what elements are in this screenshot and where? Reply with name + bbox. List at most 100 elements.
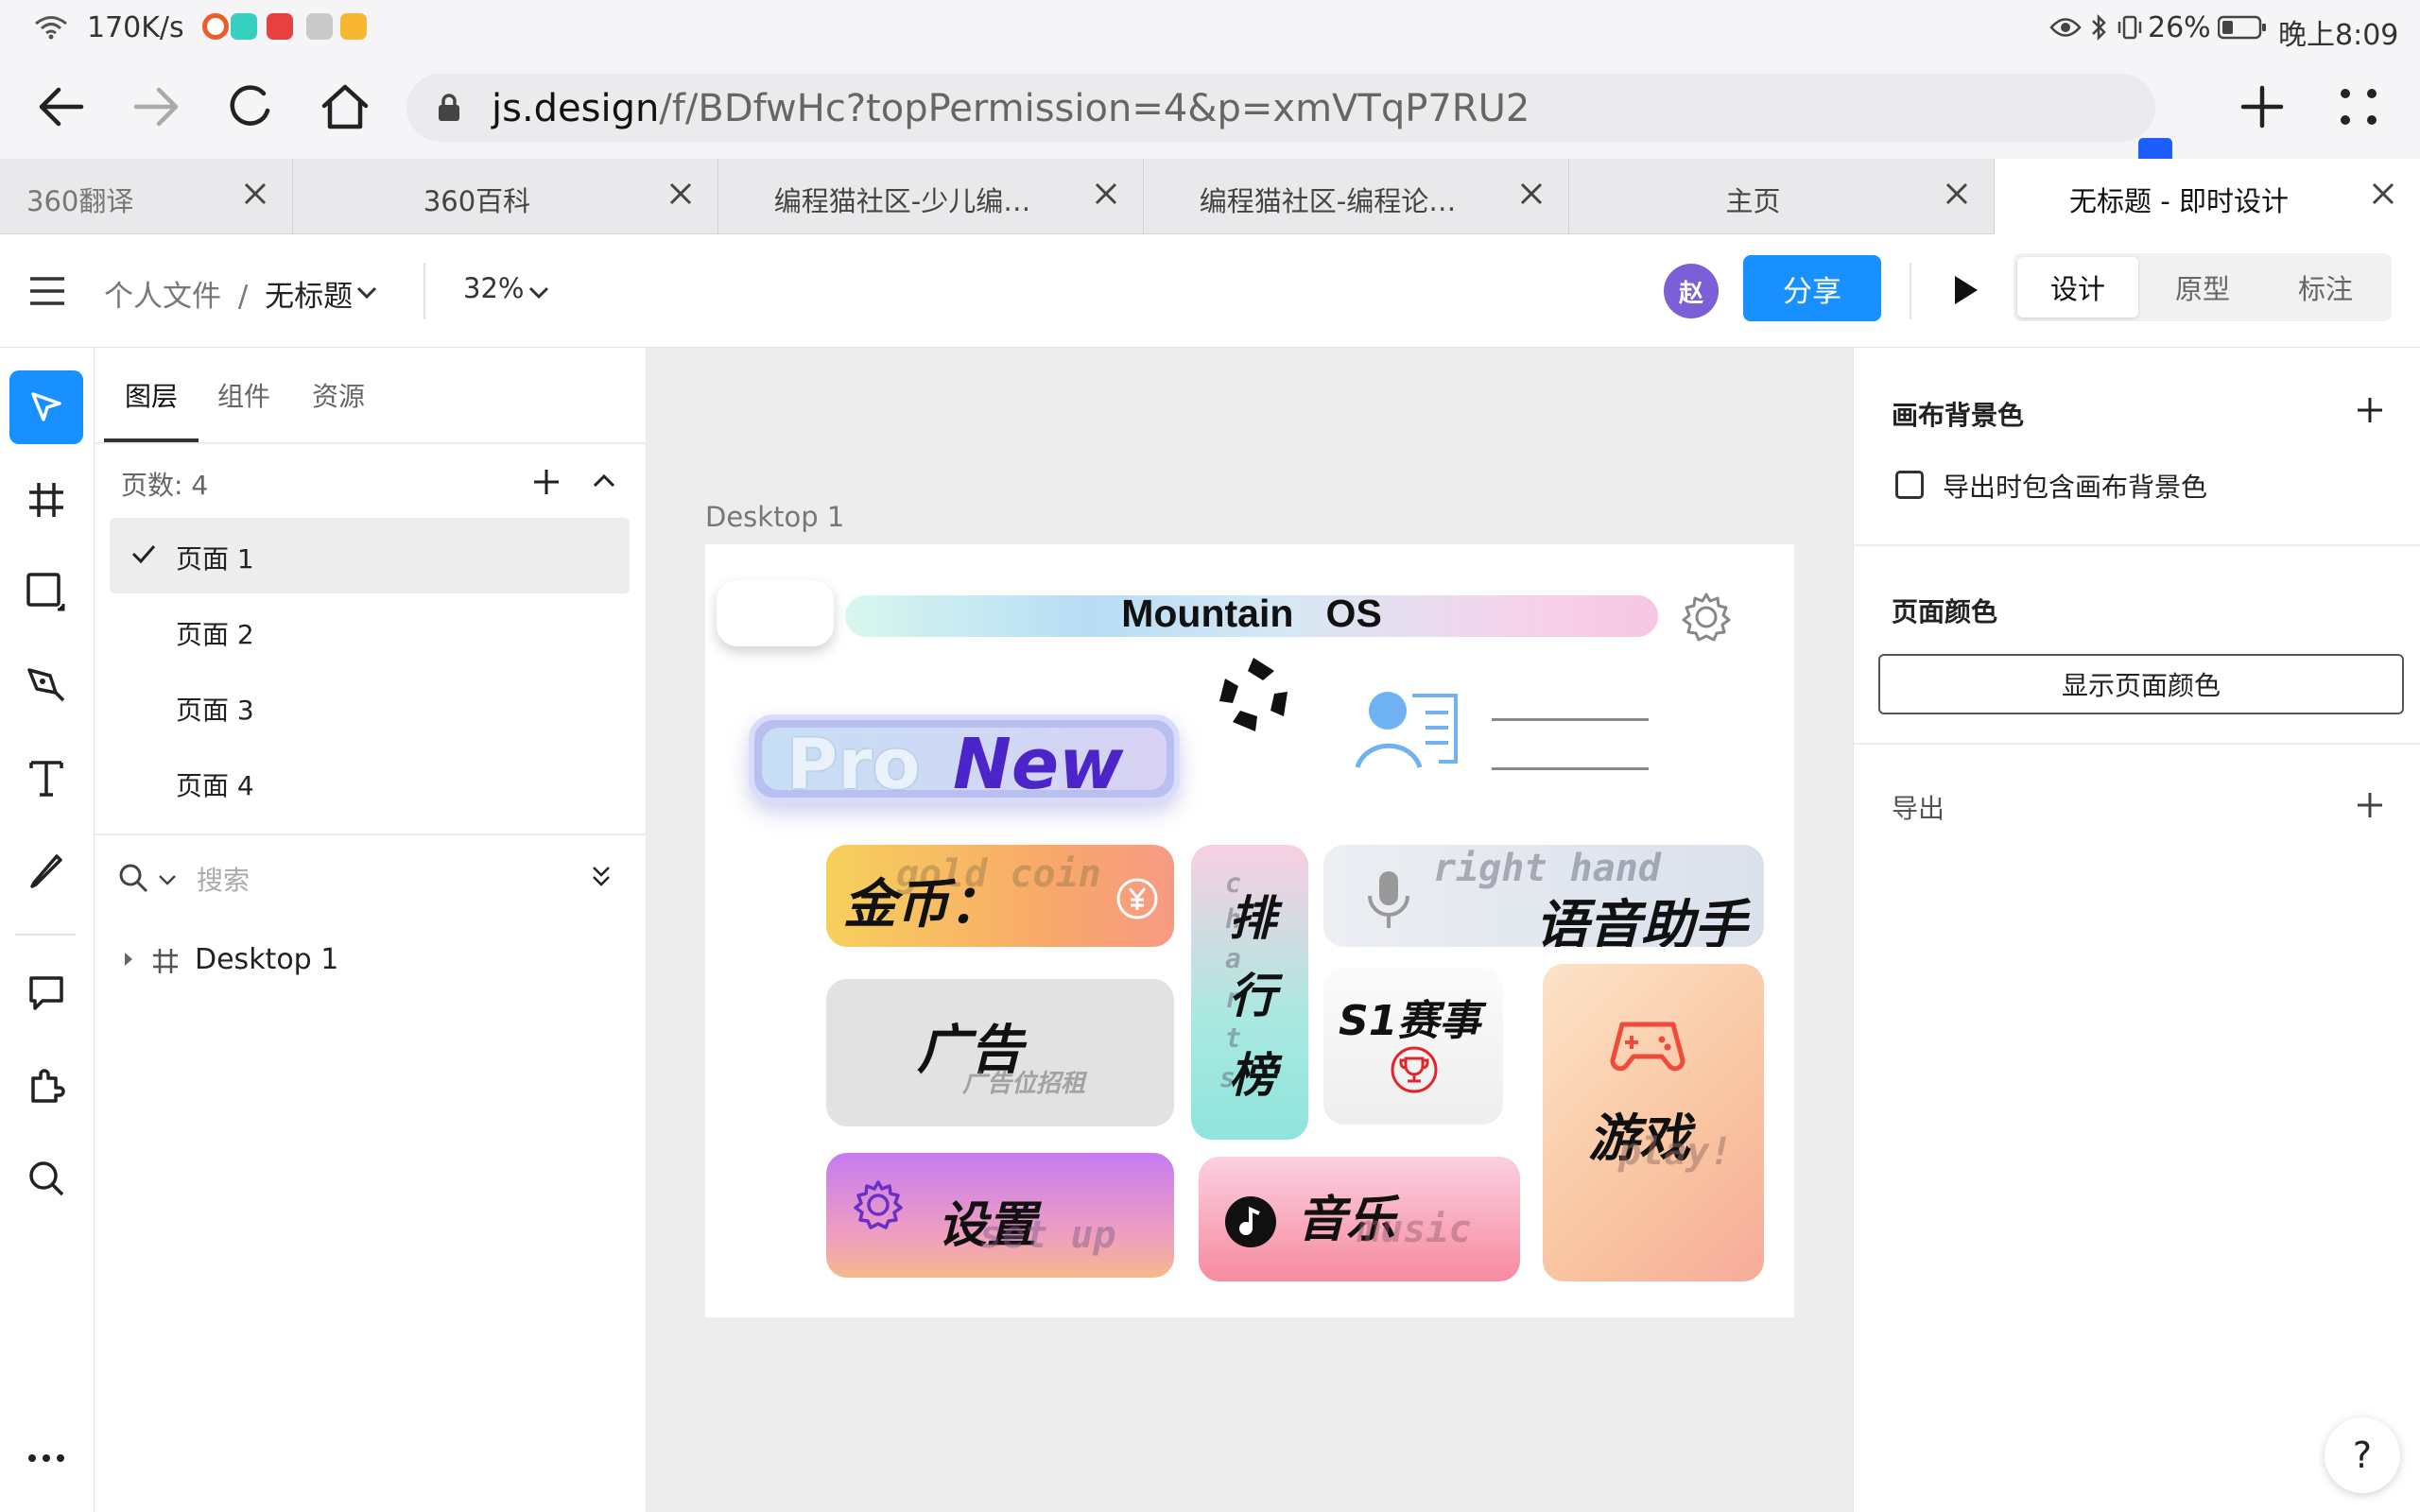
voice-assistant-card[interactable]: right hand 语音助手 xyxy=(1323,845,1764,947)
placeholder-line xyxy=(1492,767,1649,770)
new-text: New xyxy=(953,724,1124,805)
add-page-icon[interactable] xyxy=(531,467,562,497)
rank-title-char: 排 xyxy=(1229,891,1276,946)
rectangle-tool[interactable] xyxy=(9,556,83,629)
address-bar[interactable]: js.design/f/BDfwHc?topPermission=4&p=xmV… xyxy=(406,74,2155,142)
bluetooth-icon xyxy=(2092,13,2106,42)
share-button[interactable]: 分享 xyxy=(1743,255,1881,321)
layer-item-desktop-1[interactable]: Desktop 1 xyxy=(110,932,630,988)
browser-tab[interactable]: 主页 xyxy=(1569,159,1995,234)
move-tool[interactable] xyxy=(9,370,83,444)
new-tab-button[interactable] xyxy=(2229,74,2295,140)
page-item[interactable]: 页面 2 xyxy=(110,593,630,669)
tab-components[interactable]: 组件 xyxy=(217,376,270,414)
microphone-icon xyxy=(1368,871,1409,928)
battery-percent: 26% xyxy=(2148,11,2211,44)
back-button[interactable] xyxy=(28,74,95,140)
check-icon xyxy=(131,545,156,564)
export-bg-checkbox[interactable] xyxy=(1895,471,1924,499)
grid-dots-icon xyxy=(2341,89,2377,125)
settings-ghost-text: set up xyxy=(979,1213,1116,1257)
pen-tool[interactable] xyxy=(9,648,83,722)
puzzle-icon xyxy=(31,1069,65,1103)
file-name[interactable]: 无标题 xyxy=(265,280,353,314)
play-icon[interactable] xyxy=(1951,274,1979,306)
music-card[interactable]: 音乐 music xyxy=(1199,1157,1520,1281)
layer-search-input[interactable]: 搜索 xyxy=(197,860,250,898)
contact-card-icon[interactable] xyxy=(1354,686,1463,773)
reload-button[interactable] xyxy=(217,74,284,140)
mode-design-tab[interactable]: 设计 xyxy=(2017,257,2138,318)
search-tool[interactable] xyxy=(9,1142,83,1215)
leaderboard-card[interactable]: c h a r t s 排 行 榜 xyxy=(1191,845,1308,1140)
coin-title: 金币： xyxy=(843,874,1002,936)
browser-tab[interactable]: 编程猫社区-编程论… xyxy=(1144,159,1569,234)
desktop-1-frame[interactable]: Mountain OS Pro New gold coin 金币： c h a … xyxy=(705,544,1794,1317)
browser-tab-active[interactable]: 无标题 - 即时设计 xyxy=(1995,159,2420,234)
tab-layers[interactable]: 图层 xyxy=(125,376,178,414)
browser-tab[interactable]: 编程猫社区-少儿编… xyxy=(718,159,1144,234)
pro-text: Pro xyxy=(786,724,921,805)
breadcrumb-root[interactable]: 个人文件 xyxy=(104,280,221,314)
panel-divider xyxy=(95,833,647,835)
page-label: 页面 1 xyxy=(176,543,254,575)
zoom-level[interactable]: 32% xyxy=(463,272,524,304)
text-tool[interactable] xyxy=(9,741,83,815)
browser-tab[interactable]: 360翻译 xyxy=(0,159,293,234)
page-item[interactable]: 页面 4 xyxy=(110,745,630,820)
frame-tool[interactable] xyxy=(9,463,83,537)
s1-event-card[interactable]: S1赛事 xyxy=(1323,968,1503,1125)
layer-label: Desktop 1 xyxy=(195,943,339,976)
search-icon xyxy=(119,864,148,893)
music-note-icon xyxy=(1225,1196,1276,1247)
properties-panel: 画布背景色 导出时包含画布背景色 页面颜色 显示页面颜色 导出 ? xyxy=(1853,348,2420,1512)
show-page-color-button[interactable]: 显示页面颜色 xyxy=(1878,654,2404,714)
gold-coin-card[interactable]: gold coin 金币： xyxy=(826,845,1174,947)
gear-icon[interactable] xyxy=(1679,590,1734,644)
design-canvas[interactable]: Desktop 1 Mountain OS Pro New gold coin … xyxy=(647,348,1853,1512)
forward-button[interactable] xyxy=(123,74,189,140)
add-export-icon[interactable] xyxy=(2355,790,2385,820)
page-item[interactable]: 页面 3 xyxy=(110,669,630,745)
chevron-down-icon[interactable] xyxy=(157,873,178,886)
advertisement-card[interactable]: 广告 广告位招租 xyxy=(826,979,1174,1126)
close-icon[interactable] xyxy=(239,178,271,210)
rail-divider xyxy=(15,934,76,936)
close-icon[interactable] xyxy=(1515,178,1547,210)
pro-new-badge[interactable]: Pro New xyxy=(749,714,1180,805)
close-icon[interactable] xyxy=(665,178,697,210)
comment-tool[interactable] xyxy=(9,956,83,1030)
mode-annotate-tab[interactable]: 标注 xyxy=(2265,257,2386,318)
browser-tab[interactable]: 360百科 xyxy=(293,159,718,234)
placeholder-line xyxy=(1492,718,1649,721)
page-label: 页面 4 xyxy=(176,770,254,801)
more-tools-button[interactable] xyxy=(9,1421,83,1495)
caret-right-icon[interactable] xyxy=(123,951,134,968)
mode-switcher: 设计 原型 标注 xyxy=(2014,253,2392,321)
add-icon[interactable] xyxy=(2355,395,2385,425)
hamburger-menu-icon[interactable] xyxy=(28,276,66,306)
settings-card[interactable]: 设置 set up xyxy=(826,1153,1174,1278)
frame-icon xyxy=(29,483,63,517)
plugin-tool[interactable] xyxy=(9,1049,83,1123)
tab-assets[interactable]: 资源 xyxy=(312,376,365,414)
menu-button[interactable] xyxy=(2325,74,2392,140)
chevron-down-icon[interactable] xyxy=(355,285,378,301)
collapse-all-icon[interactable] xyxy=(590,864,613,890)
frame-label[interactable]: Desktop 1 xyxy=(705,501,844,533)
close-icon[interactable] xyxy=(1941,178,1973,210)
avatar[interactable]: 赵 xyxy=(1664,264,1719,318)
toolbar-divider xyxy=(1910,263,1911,319)
chevron-down-icon[interactable] xyxy=(527,285,550,301)
close-icon[interactable] xyxy=(1090,178,1122,210)
help-button[interactable]: ? xyxy=(2325,1418,2400,1493)
battery-icon xyxy=(2218,15,2266,40)
close-icon[interactable] xyxy=(2367,178,2399,210)
game-card[interactable]: 游戏 play! xyxy=(1543,964,1764,1281)
chevron-up-icon[interactable] xyxy=(592,472,616,490)
pencil-tool[interactable] xyxy=(9,833,83,907)
page-item-selected[interactable]: 页面 1 xyxy=(110,518,630,593)
white-pill-widget[interactable] xyxy=(717,580,834,646)
home-button[interactable] xyxy=(312,74,378,140)
mode-prototype-tab[interactable]: 原型 xyxy=(2142,257,2263,318)
